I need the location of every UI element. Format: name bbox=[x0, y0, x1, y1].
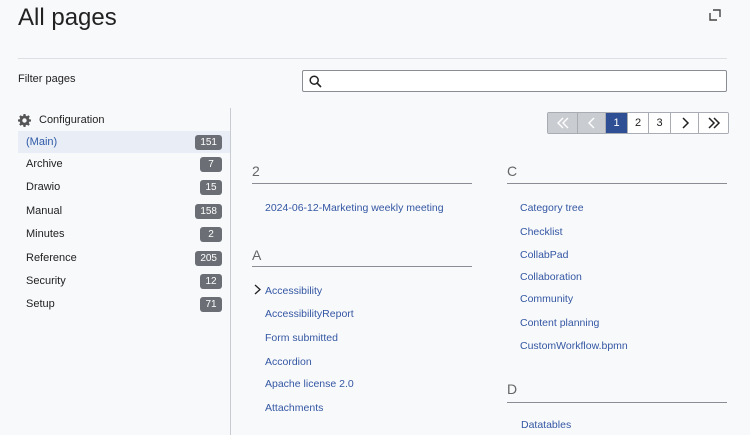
double-chevron-right-icon bbox=[707, 117, 720, 129]
page-link[interactable]: 2024-06-12-Marketing weekly meeting bbox=[265, 202, 444, 214]
filter-pages-input[interactable] bbox=[327, 71, 723, 91]
first-page-button[interactable] bbox=[548, 113, 578, 133]
gear-icon bbox=[18, 113, 31, 127]
page-count-badge: 71 bbox=[200, 296, 222, 312]
expand-chevron-icon[interactable] bbox=[253, 284, 262, 295]
next-page-button[interactable] bbox=[671, 113, 699, 133]
page-link[interactable]: Community bbox=[520, 293, 573, 305]
page-link[interactable]: Collaboration bbox=[520, 271, 582, 283]
filter-search-box[interactable] bbox=[302, 70, 727, 92]
page-count-badge: 2 bbox=[200, 226, 222, 242]
sidebar-item-drawio[interactable]: Drawio 15 bbox=[18, 176, 230, 198]
search-icon bbox=[309, 75, 322, 88]
page-link[interactable]: Accessibility bbox=[265, 285, 322, 297]
sidebar-heading: Configuration bbox=[18, 111, 104, 129]
sidebar-item-label: Minutes bbox=[26, 228, 65, 240]
fullscreen-toggle-icon[interactable] bbox=[708, 8, 722, 22]
page-count-badge: 7 bbox=[200, 156, 222, 172]
page-title: All pages bbox=[18, 4, 117, 31]
page-2-button[interactable]: 2 bbox=[628, 113, 649, 133]
section-heading-2: 2 bbox=[252, 163, 260, 179]
previous-page-button[interactable] bbox=[578, 113, 606, 133]
page-3-button[interactable]: 3 bbox=[649, 113, 671, 133]
sidebar-item-main[interactable]: (Main) 151 bbox=[18, 131, 230, 153]
page-link[interactable]: Content planning bbox=[520, 317, 599, 329]
sidebar-item-label: Setup bbox=[26, 298, 55, 310]
sidebar-item-setup[interactable]: Setup 71 bbox=[18, 293, 230, 315]
section-divider bbox=[252, 266, 472, 267]
sidebar-item-label: Manual bbox=[26, 205, 63, 217]
sidebar-item-label: Drawio bbox=[26, 181, 61, 193]
page-link[interactable]: Apache license 2.0 bbox=[265, 378, 354, 390]
section-divider bbox=[252, 183, 472, 184]
sidebar-item-archive[interactable]: Archive 7 bbox=[18, 153, 230, 175]
page-link[interactable]: Accordion bbox=[265, 356, 312, 368]
page-link[interactable]: CollabPad bbox=[520, 249, 568, 261]
sidebar-item-label: (Main) bbox=[26, 136, 58, 148]
double-chevron-left-icon bbox=[556, 117, 568, 129]
section-heading-d: D bbox=[507, 381, 518, 397]
namespace-sidebar: Configuration (Main) 151 Archive 7 Drawi… bbox=[18, 108, 231, 435]
sidebar-item-security[interactable]: Security 12 bbox=[18, 270, 230, 292]
page-count-badge: 15 bbox=[200, 179, 222, 195]
page-link[interactable]: CustomWorkflow.bpmn bbox=[520, 340, 628, 352]
page-link[interactable]: Attachments bbox=[265, 402, 323, 414]
sidebar-item-label: Reference bbox=[26, 252, 77, 264]
filter-label: Filter pages bbox=[18, 73, 76, 85]
section-divider bbox=[507, 402, 727, 403]
pagination: 1 2 3 bbox=[547, 112, 729, 134]
page-link[interactable]: Checklist bbox=[520, 226, 563, 238]
page-count-badge: 151 bbox=[195, 134, 222, 150]
sidebar-item-label: Archive bbox=[26, 158, 63, 170]
sidebar-item-label: Security bbox=[26, 275, 66, 287]
page-count-badge: 12 bbox=[200, 273, 222, 289]
sidebar-heading-label: Configuration bbox=[39, 114, 105, 126]
page-count-badge: 158 bbox=[195, 203, 222, 219]
chevron-left-icon bbox=[587, 117, 594, 129]
page-1-button[interactable]: 1 bbox=[606, 113, 628, 133]
sidebar-item-minutes[interactable]: Minutes 2 bbox=[18, 223, 230, 245]
section-divider bbox=[507, 183, 727, 184]
page-link[interactable]: Form submitted bbox=[265, 332, 338, 344]
last-page-button[interactable] bbox=[699, 113, 728, 133]
sidebar-item-manual[interactable]: Manual 158 bbox=[18, 200, 230, 222]
sidebar-item-reference[interactable]: Reference 205 bbox=[18, 247, 230, 269]
section-heading-c: C bbox=[507, 163, 518, 179]
section-heading-a: A bbox=[252, 247, 262, 263]
page-link[interactable]: Category tree bbox=[520, 202, 584, 214]
chevron-right-icon bbox=[681, 117, 689, 129]
page-link[interactable]: Datatables bbox=[521, 419, 571, 431]
page-link[interactable]: AccessibilityReport bbox=[265, 308, 354, 320]
header-divider bbox=[18, 58, 727, 59]
page-count-badge: 205 bbox=[195, 250, 222, 266]
